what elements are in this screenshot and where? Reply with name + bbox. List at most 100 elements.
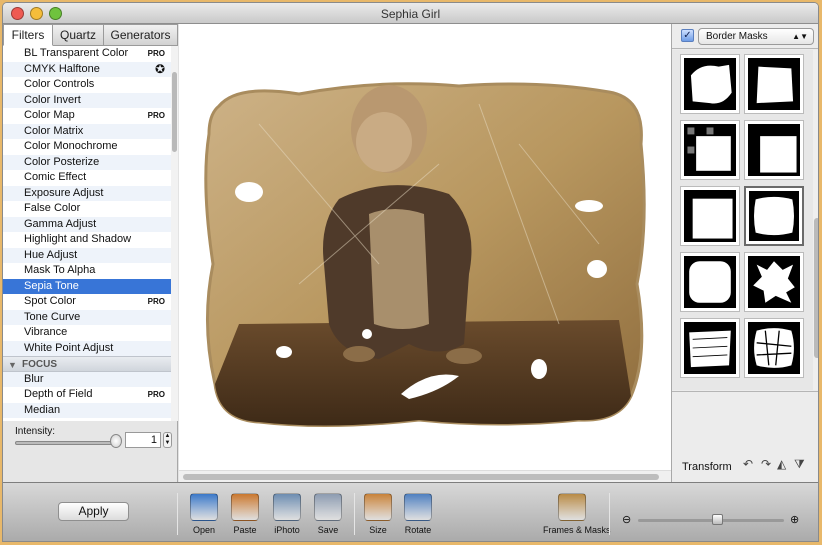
pro-badge: PRO	[147, 49, 165, 58]
stepper-up-icon[interactable]: ▲	[165, 433, 171, 439]
toolbar-divider	[609, 493, 610, 535]
apply-button[interactable]: Apply	[58, 502, 129, 521]
flip-vertical-icon[interactable]: ⧩	[794, 457, 805, 472]
mask-thumbnail[interactable]	[680, 252, 740, 312]
filter-list-item[interactable]: Vibrance	[3, 325, 177, 341]
filter-list-item[interactable]: BL Transparent Color PRO	[3, 46, 177, 62]
filter-list-item[interactable]: Exposure Adjust	[3, 185, 177, 201]
filter-label: Hue Adjust	[24, 248, 78, 261]
filter-list-item[interactable]: False Color	[3, 201, 177, 217]
filter-list-item[interactable]: Depth of Field PRO	[3, 387, 177, 403]
filter-list-item[interactable]: Hue Adjust	[3, 247, 177, 263]
filter-list-item[interactable]: Mask To Alpha	[3, 263, 177, 279]
filter-label: BL Transparent Color	[24, 47, 129, 59]
size-button[interactable]: Size	[358, 493, 398, 539]
mask-thumbnail[interactable]	[680, 186, 740, 246]
image-canvas[interactable]	[179, 24, 671, 470]
filter-label: CMYK Halftone	[24, 62, 100, 75]
filter-list-item[interactable]: Comic Effect	[3, 170, 177, 186]
scrollbar-thumb[interactable]	[172, 72, 177, 152]
save-button[interactable]: Save	[308, 493, 348, 539]
save-icon	[314, 493, 342, 521]
canvas-scrollbar[interactable]	[179, 470, 671, 482]
tab-filters[interactable]: Filters	[3, 24, 53, 46]
paste-label: Paste	[233, 525, 257, 535]
intensity-field[interactable]: 1	[125, 432, 161, 448]
stepper-down-icon[interactable]: ▼	[165, 440, 171, 446]
window-title: Sephia Girl	[380, 7, 441, 21]
filter-list-item[interactable]: Color Map PRO	[3, 108, 177, 124]
mask-thumbnail[interactable]	[680, 318, 740, 378]
filter-label: Exposure Adjust	[24, 186, 104, 199]
zoom-out-icon[interactable]: ⊖	[622, 513, 631, 526]
rotate-left-icon[interactable]: ↶	[743, 457, 753, 471]
filter-label: Gamma Adjust	[24, 217, 97, 230]
mask-thumbnail[interactable]	[744, 120, 804, 180]
paste-button[interactable]: Paste	[225, 493, 265, 539]
filter-list-item[interactable]: Spot Color PRO	[3, 294, 177, 310]
filter-list-item[interactable]: Color Controls	[3, 77, 177, 93]
intensity-slider-knob[interactable]	[110, 434, 122, 448]
filter-group-header[interactable]: ▼ FOCUS	[3, 356, 177, 372]
filter-label: Color Map	[24, 109, 75, 121]
filter-list-item[interactable]: CMYK Halftone ✪	[3, 61, 177, 77]
zoom-in-icon[interactable]: ⊕	[790, 513, 799, 526]
filter-list-scrollbar[interactable]	[171, 46, 178, 421]
pro-badge: PRO	[147, 111, 165, 120]
rotate-icon	[404, 493, 432, 521]
zoom-slider[interactable]	[638, 519, 784, 522]
photo-preview	[204, 82, 646, 428]
filter-list-item[interactable]: Color Invert	[3, 92, 177, 108]
filter-list-item[interactable]: Color Monochrome	[3, 139, 177, 155]
filter-list-item[interactable]: Gamma Adjust	[3, 216, 177, 232]
masks-enabled-checkbox[interactable]: ✓	[681, 29, 694, 42]
canvas-scrollbar-thumb[interactable]	[183, 474, 659, 480]
mask-scrollbar-thumb[interactable]	[814, 218, 818, 358]
mask-thumbnail-selected[interactable]	[744, 186, 804, 246]
mask-thumbnail[interactable]	[680, 120, 740, 180]
filter-list-item[interactable]: Tone Curve	[3, 309, 177, 325]
filter-label: Vibrance	[24, 326, 68, 338]
settings-icon: ✪	[154, 61, 165, 76]
filter-label: Depth of Field	[24, 388, 93, 400]
filter-list-item[interactable]: Color Matrix	[3, 123, 177, 139]
transform-label: Transform	[682, 461, 732, 473]
mask-thumbnail[interactable]	[744, 252, 804, 312]
mask-grid	[672, 50, 813, 390]
intensity-stepper[interactable]: ▲ ▼	[163, 432, 172, 448]
mask-thumbnail[interactable]	[680, 54, 740, 114]
tab-generators[interactable]: Generators	[104, 24, 178, 46]
filter-label: Sepia Tone	[24, 279, 79, 292]
filter-list-item[interactable]: Blur	[3, 371, 177, 387]
filter-list-item[interactable]: Median	[3, 402, 177, 418]
mask-type-value: Border Masks	[706, 31, 768, 42]
filter-label: Blur	[24, 372, 44, 385]
filter-list-item[interactable]: Color Posterize	[3, 154, 177, 170]
filter-list-item[interactable]: Sepia Tone	[3, 278, 177, 294]
mask-type-dropdown[interactable]: Border Masks ▲▼	[698, 28, 814, 45]
flip-horizontal-icon[interactable]: ◭	[777, 457, 786, 471]
filter-label: Median	[24, 403, 61, 416]
zoom-slider-knob[interactable]	[712, 514, 724, 525]
frames-icon	[558, 493, 586, 521]
title-bar: Sephia Girl	[3, 3, 818, 24]
filter-label: Color Invert	[24, 93, 81, 106]
mask-thumbnail[interactable]	[744, 54, 804, 114]
pro-badge: PRO	[147, 297, 165, 306]
tab-quartz[interactable]: Quartz	[53, 24, 104, 46]
intensity-slider[interactable]	[15, 441, 120, 445]
filter-list-item[interactable]: White Point Adjust	[3, 340, 177, 356]
size-icon	[364, 493, 392, 521]
iphoto-button[interactable]: iPhoto	[267, 493, 307, 539]
filter-list[interactable]: BL Transparent Color PRO CMYK Halftone ✪ Col…	[3, 46, 178, 421]
intensity-control: Intensity: 1 ▲ ▼	[3, 422, 178, 482]
mask-grid-scrollbar[interactable]	[813, 50, 818, 390]
masks-header: ✓ Border Masks ▲▼	[672, 24, 818, 49]
rotate-right-icon[interactable]: ↷	[761, 457, 771, 471]
filter-list-item[interactable]: Highlight and Shadow	[3, 232, 177, 248]
rotate-button[interactable]: Rotate	[398, 493, 438, 539]
filter-label: Color Controls	[24, 78, 95, 90]
mask-thumbnail[interactable]	[744, 318, 804, 378]
open-button[interactable]: Open	[184, 493, 224, 539]
frames-masks-button[interactable]: Frames & Masks	[543, 493, 611, 539]
